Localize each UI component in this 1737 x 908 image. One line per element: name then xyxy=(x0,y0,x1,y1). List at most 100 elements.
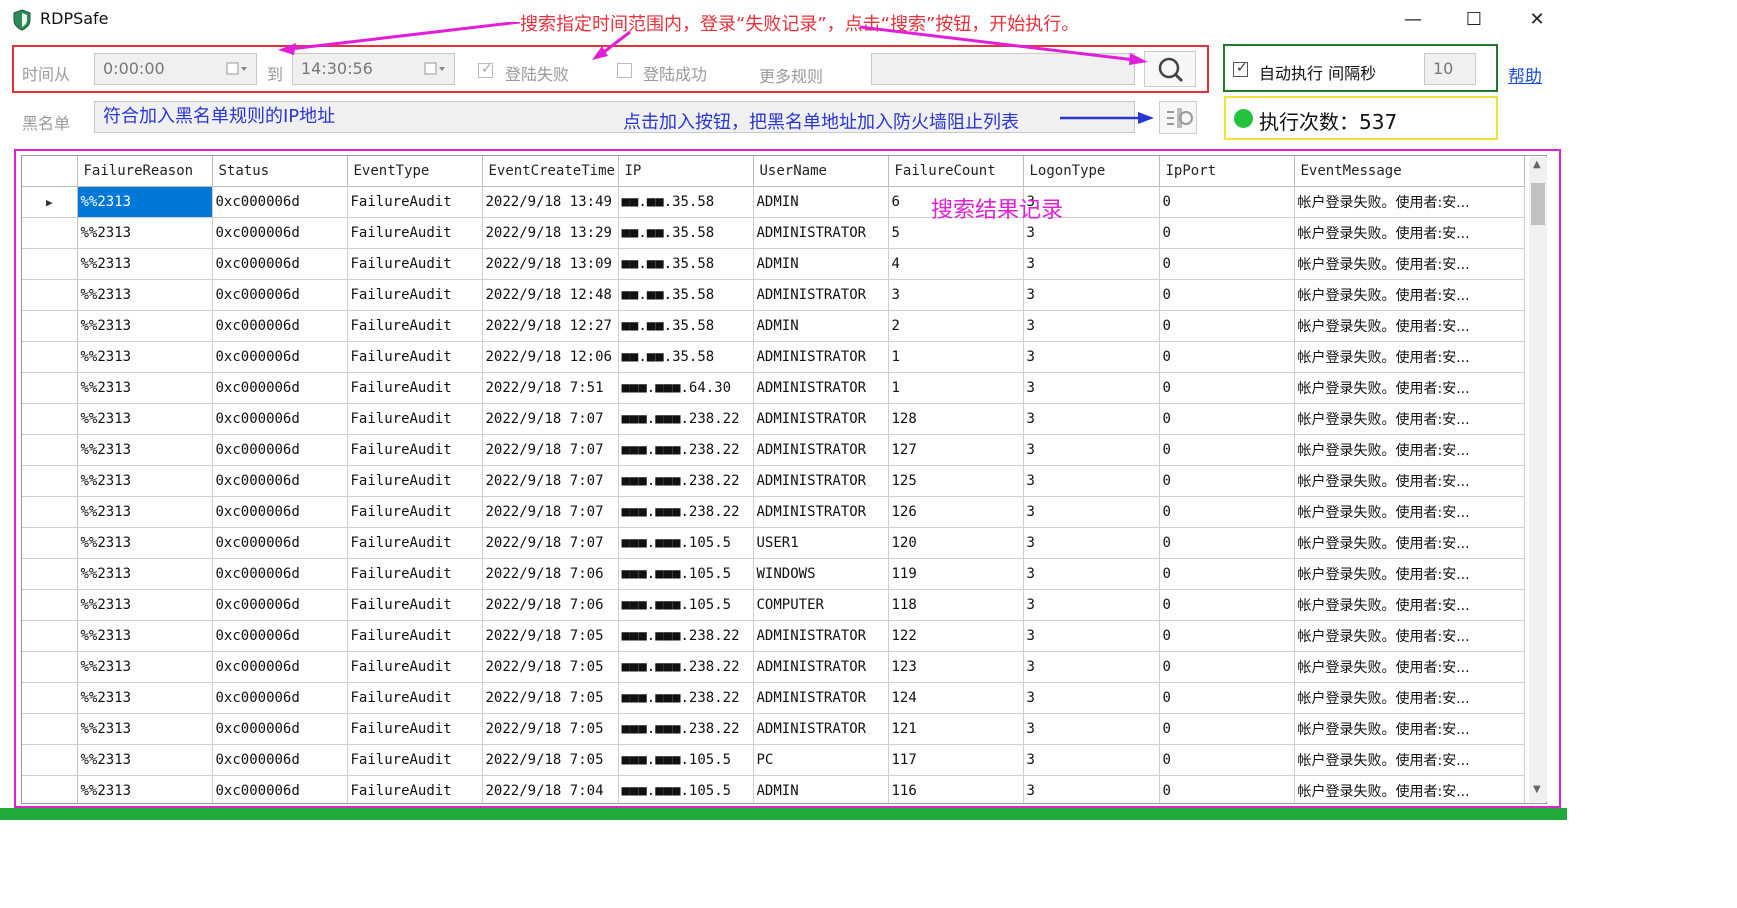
table-cell[interactable]: 2022/9/18 7:07 xyxy=(482,527,619,559)
row-header[interactable] xyxy=(22,651,78,683)
add-to-firewall-button[interactable] xyxy=(1159,101,1197,134)
table-row[interactable]: %%2313 0xc000006d FailureAudit 2022/9/18 7:… xyxy=(22,620,1525,652)
column-header[interactable]: EventMessage xyxy=(1294,156,1525,187)
table-cell[interactable]: 帐户登录失败。使用者:安... xyxy=(1294,775,1525,803)
table-cell[interactable]: %%2313 xyxy=(77,589,213,621)
table-cell[interactable]: 0 xyxy=(1159,403,1295,435)
column-header[interactable]: LogonType xyxy=(1023,156,1160,187)
table-cell[interactable]: 帐户登录失败。使用者:安... xyxy=(1294,558,1525,590)
table-cell[interactable]: %%2313 xyxy=(77,403,213,435)
results-grid[interactable]: FailureReason Status EventType EventCreateT… xyxy=(21,155,1547,804)
table-cell[interactable]: ADMIN xyxy=(753,248,889,280)
table-cell[interactable]: %%2313 xyxy=(77,248,213,280)
table-cell[interactable]: %%2313 xyxy=(77,465,213,497)
table-cell[interactable]: ADMINISTRATOR xyxy=(753,682,889,714)
table-cell[interactable]: 2022/9/18 7:05 xyxy=(482,682,619,714)
table-row[interactable]: %%2313 0xc000006d FailureAudit 2022/9/18 7:… xyxy=(22,496,1525,528)
table-cell[interactable]: ADMINISTRATOR xyxy=(753,434,889,466)
table-row[interactable]: %%2313 0xc000006d FailureAudit 2022/9/18 12… xyxy=(22,341,1525,373)
table-cell[interactable]: 3 xyxy=(1023,527,1160,559)
table-cell[interactable]: 2022/9/18 7:07 xyxy=(482,403,619,435)
column-header[interactable]: Status xyxy=(212,156,348,187)
table-cell[interactable]: 0 xyxy=(1159,217,1295,249)
table-cell[interactable]: %%2313 xyxy=(77,651,213,683)
table-row[interactable]: %%2313 0xc000006d FailureAudit 2022/9/18 12… xyxy=(22,279,1525,311)
table-cell[interactable]: 3 xyxy=(1023,651,1160,683)
table-cell[interactable]: 3 xyxy=(1023,279,1160,311)
table-cell[interactable]: 118 xyxy=(888,589,1024,621)
maximize-button[interactable]: ☐ xyxy=(1460,8,1488,32)
table-cell[interactable]: 0 xyxy=(1159,465,1295,497)
table-cell[interactable]: 0xc000006d xyxy=(212,744,348,776)
table-cell[interactable]: 帐户登录失败。使用者:安... xyxy=(1294,217,1525,249)
row-header[interactable] xyxy=(22,465,78,497)
table-row[interactable]: %%2313 0xc000006d FailureAudit 2022/9/18 13… xyxy=(22,248,1525,280)
table-cell[interactable]: FailureAudit xyxy=(347,403,483,435)
table-cell[interactable]: 0 xyxy=(1159,682,1295,714)
table-cell[interactable]: ADMINISTRATOR xyxy=(753,372,889,404)
table-cell[interactable]: 0 xyxy=(1159,341,1295,373)
table-cell[interactable]: ADMINISTRATOR xyxy=(753,341,889,373)
table-cell[interactable]: 1 xyxy=(888,372,1024,404)
table-row[interactable]: %%2313 0xc000006d FailureAudit 2022/9/18 7:… xyxy=(22,744,1525,776)
table-cell[interactable]: 0 xyxy=(1159,744,1295,776)
table-cell[interactable]: 0xc000006d xyxy=(212,248,348,280)
table-cell[interactable]: 帐户登录失败。使用者:安... xyxy=(1294,372,1525,404)
table-cell[interactable]: ■■■.■■■.105.5 xyxy=(618,775,754,803)
table-cell[interactable]: 3 xyxy=(1023,248,1160,280)
table-cell[interactable]: 2 xyxy=(888,310,1024,342)
table-cell[interactable]: 117 xyxy=(888,744,1024,776)
table-cell[interactable]: 0xc000006d xyxy=(212,713,348,745)
table-cell[interactable]: 帐户登录失败。使用者:安... xyxy=(1294,589,1525,621)
table-cell[interactable]: FailureAudit xyxy=(347,279,483,311)
table-cell[interactable]: FailureAudit xyxy=(347,248,483,280)
table-row[interactable]: %%2313 0xc000006d FailureAudit 2022/9/18 7:… xyxy=(22,372,1525,404)
table-cell[interactable]: 帐户登录失败。使用者:安... xyxy=(1294,434,1525,466)
table-cell[interactable]: 2022/9/18 7:04 xyxy=(482,775,619,803)
table-cell[interactable]: 122 xyxy=(888,620,1024,652)
table-cell[interactable]: 帐户登录失败。使用者:安... xyxy=(1294,465,1525,497)
table-cell[interactable]: ■■.■■.35.58 xyxy=(618,186,754,218)
table-cell[interactable]: ■■.■■.35.58 xyxy=(618,248,754,280)
table-cell[interactable]: 帐户登录失败。使用者:安... xyxy=(1294,403,1525,435)
table-cell[interactable]: 2022/9/18 13:49 xyxy=(482,186,619,218)
table-cell[interactable]: 0xc000006d xyxy=(212,775,348,803)
table-row[interactable]: %%2313 0xc000006d FailureAudit 2022/9/18 7:… xyxy=(22,682,1525,714)
column-header[interactable]: UserName xyxy=(753,156,889,187)
table-cell[interactable]: 0 xyxy=(1159,651,1295,683)
table-cell[interactable]: 4 xyxy=(888,248,1024,280)
table-cell[interactable]: ■■■.■■■.238.22 xyxy=(618,465,754,497)
table-cell[interactable]: 0xc000006d xyxy=(212,620,348,652)
table-cell[interactable]: 3 xyxy=(1023,682,1160,714)
close-button[interactable]: ✕ xyxy=(1523,8,1551,32)
table-cell[interactable]: 帐户登录失败。使用者:安... xyxy=(1294,310,1525,342)
table-cell[interactable]: ■■■.■■■.105.5 xyxy=(618,589,754,621)
column-header[interactable]: IpPort xyxy=(1159,156,1295,187)
table-cell[interactable]: 2022/9/18 7:05 xyxy=(482,651,619,683)
row-header[interactable] xyxy=(22,775,78,803)
table-cell[interactable]: ADMINISTRATOR xyxy=(753,651,889,683)
table-cell[interactable]: ■■■.■■■.238.22 xyxy=(618,620,754,652)
table-cell[interactable]: 2022/9/18 7:05 xyxy=(482,620,619,652)
row-header[interactable] xyxy=(22,403,78,435)
table-cell[interactable]: ■■.■■.35.58 xyxy=(618,310,754,342)
row-header[interactable] xyxy=(22,217,78,249)
table-cell[interactable]: 2022/9/18 12:06 xyxy=(482,341,619,373)
row-header[interactable] xyxy=(22,682,78,714)
table-cell[interactable]: FailureAudit xyxy=(347,465,483,497)
table-cell[interactable]: FailureAudit xyxy=(347,186,483,218)
table-cell[interactable]: 127 xyxy=(888,434,1024,466)
table-cell[interactable]: %%2313 xyxy=(77,310,213,342)
table-cell[interactable]: 3 xyxy=(1023,775,1160,803)
table-cell[interactable]: 0xc000006d xyxy=(212,558,348,590)
table-cell[interactable]: 0 xyxy=(1159,496,1295,528)
table-cell[interactable]: FailureAudit xyxy=(347,527,483,559)
table-cell[interactable]: 128 xyxy=(888,403,1024,435)
table-cell[interactable]: ADMINISTRATOR xyxy=(753,465,889,497)
table-cell[interactable]: 0 xyxy=(1159,620,1295,652)
table-cell[interactable]: 0 xyxy=(1159,434,1295,466)
table-cell[interactable]: 0xc000006d xyxy=(212,217,348,249)
table-cell[interactable]: %%2313 xyxy=(77,713,213,745)
minimize-button[interactable]: — xyxy=(1399,8,1427,32)
column-header[interactable]: EventType xyxy=(347,156,483,187)
